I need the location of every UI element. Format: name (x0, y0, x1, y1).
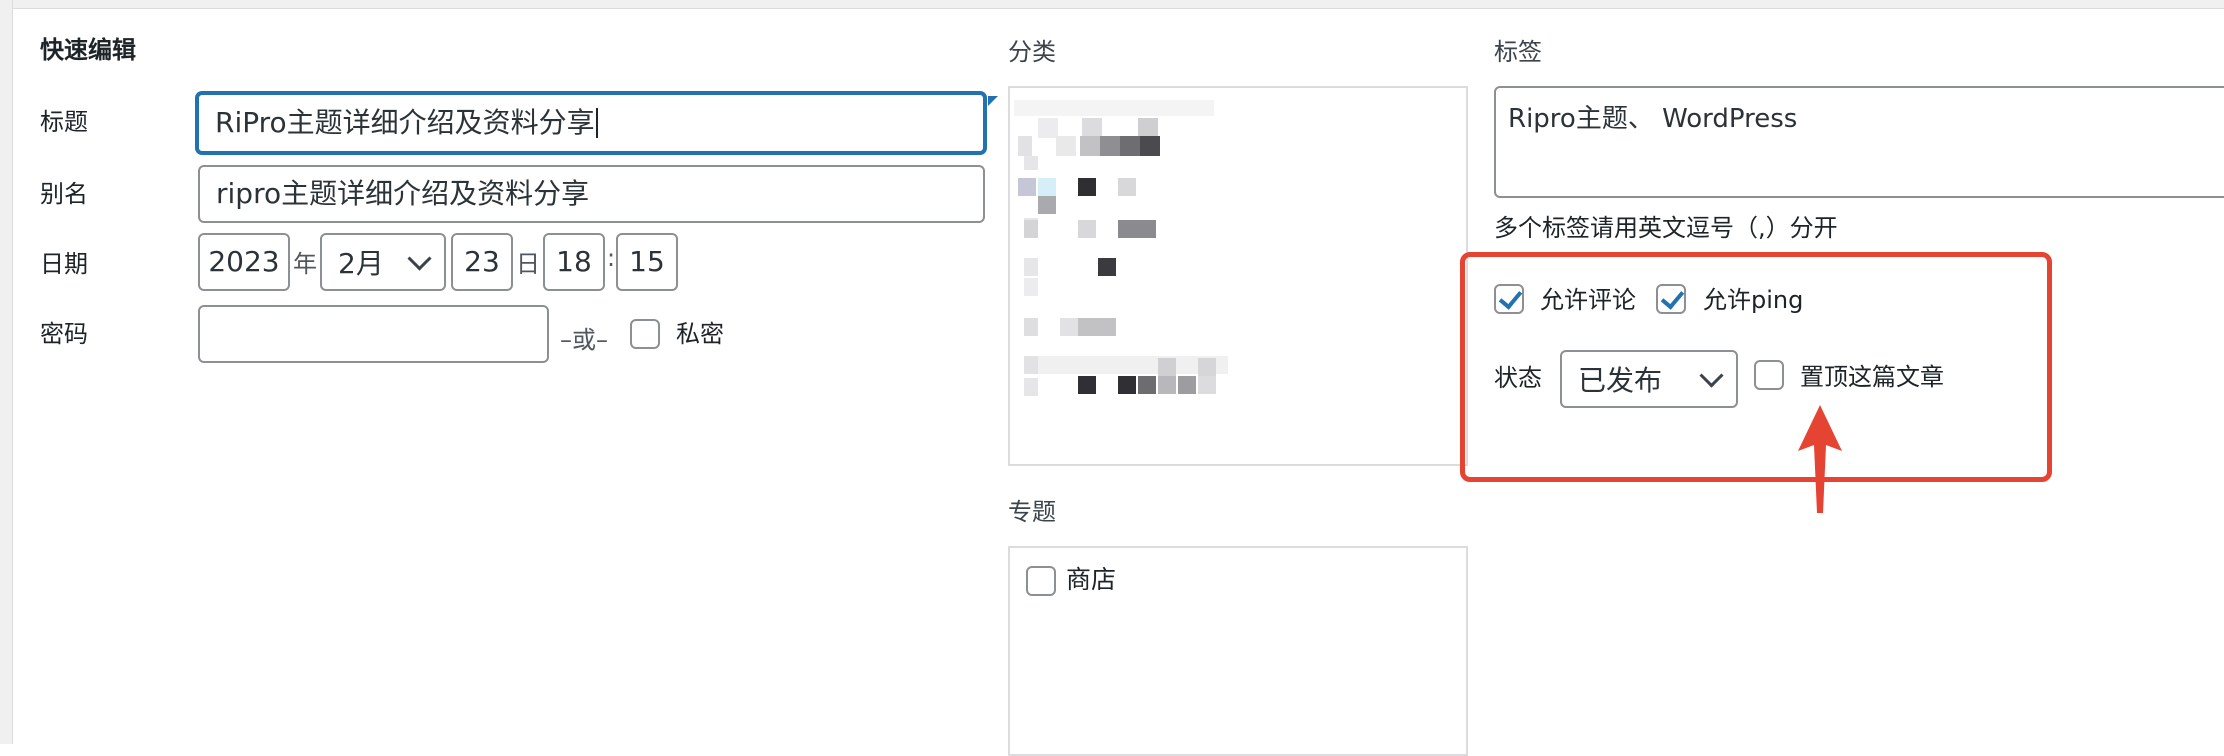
tags-hint: 多个标签请用英文逗号（,）分开 (1494, 214, 1838, 242)
slug-input[interactable]: ripro主题详细介绍及资料分享 (198, 165, 985, 223)
categories-list[interactable] (1008, 86, 1468, 466)
password-input[interactable] (198, 305, 549, 363)
tags-textarea[interactable]: Ripro主题、 WordPress (1494, 86, 2224, 198)
quick-edit-heading: 快速编辑 (40, 36, 136, 64)
private-label: 私密 (676, 320, 724, 348)
time-separator: : (607, 244, 616, 272)
topic-checkbox-shop[interactable] (1026, 566, 1056, 596)
slug-label: 别名 (40, 180, 88, 208)
resize-handle-icon (988, 96, 998, 106)
text-caret (595, 108, 598, 138)
annotation-arrow-icon (1798, 405, 1842, 513)
private-checkbox[interactable] (630, 319, 660, 349)
minute-value: 15 (629, 245, 665, 278)
annotation-highlight-box (1460, 252, 2052, 482)
hour-value: 18 (556, 245, 592, 278)
categories-heading: 分类 (1008, 38, 1056, 66)
year-value: 2023 (208, 245, 280, 278)
password-label: 密码 (40, 320, 88, 348)
day-value: 23 (464, 245, 500, 278)
topics-heading: 专题 (1008, 498, 1056, 526)
topics-list[interactable]: 商店 (1008, 546, 1468, 756)
left-edge (0, 0, 13, 744)
topic-label-shop: 商店 (1066, 565, 1117, 594)
tags-value: Ripro主题、 WordPress (1508, 104, 1798, 134)
day-unit: 日 (516, 250, 540, 278)
title-label: 标题 (40, 108, 88, 136)
title-input-value: RiPro主题详细介绍及资料分享 (215, 106, 595, 139)
month-value: 2月 (338, 247, 384, 280)
tags-heading: 标签 (1494, 38, 1542, 66)
month-select[interactable]: 2月 (320, 233, 446, 291)
minute-input[interactable]: 15 (616, 233, 678, 291)
date-label: 日期 (40, 250, 88, 278)
day-input[interactable]: 23 (451, 233, 513, 291)
hour-input[interactable]: 18 (543, 233, 605, 291)
slug-input-value: ripro主题详细介绍及资料分享 (216, 177, 590, 210)
chevron-down-icon (407, 246, 432, 271)
year-unit: 年 (293, 250, 317, 278)
or-text: –或– (560, 326, 608, 354)
top-edge (0, 0, 2224, 9)
year-input[interactable]: 2023 (198, 233, 290, 291)
title-input[interactable]: RiPro主题详细介绍及资料分享 (196, 92, 986, 154)
